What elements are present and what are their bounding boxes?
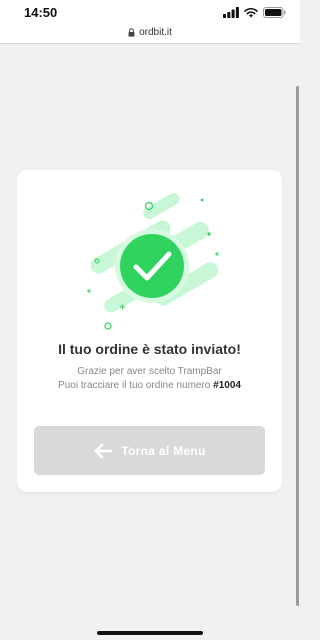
thanks-message: Grazie per aver scelto TrampBar [77, 366, 222, 377]
browser-url-bar[interactable]: ordbit.it [0, 22, 300, 44]
confirmation-title: Il tuo ordine è stato inviato! [58, 341, 241, 357]
back-to-menu-label: Torna al Menu [121, 443, 206, 458]
decorative-dot [104, 322, 112, 330]
wifi-icon [244, 7, 258, 17]
cellular-signal-icon [223, 6, 239, 18]
success-checkmark-icon [87, 193, 219, 330]
check-circle [120, 234, 184, 298]
decorative-plus [215, 252, 219, 256]
order-number: #1004 [213, 380, 241, 391]
lock-icon [128, 28, 135, 37]
back-to-menu-button[interactable]: Torna al Menu [34, 426, 265, 475]
tracking-text: Puoi tracciare il tuo ordine numero [58, 380, 211, 391]
home-indicator[interactable] [97, 631, 203, 635]
status-time: 14:50 [24, 5, 58, 20]
scrollbar[interactable] [296, 86, 299, 606]
status-icons [223, 6, 286, 18]
decorative-plus [87, 289, 91, 293]
battery-icon [263, 6, 286, 18]
decorative-dot [207, 232, 211, 236]
status-bar: 14:50 [0, 0, 300, 22]
arrow-left-icon [95, 443, 113, 458]
url-text: ordbit.it [139, 27, 172, 38]
decorative-dot [200, 198, 204, 202]
order-confirmation-card: Il tuo ordine è stato inviato! Grazie pe… [17, 170, 282, 492]
tracking-message: Puoi tracciare il tuo ordine numero #100… [17, 380, 282, 391]
